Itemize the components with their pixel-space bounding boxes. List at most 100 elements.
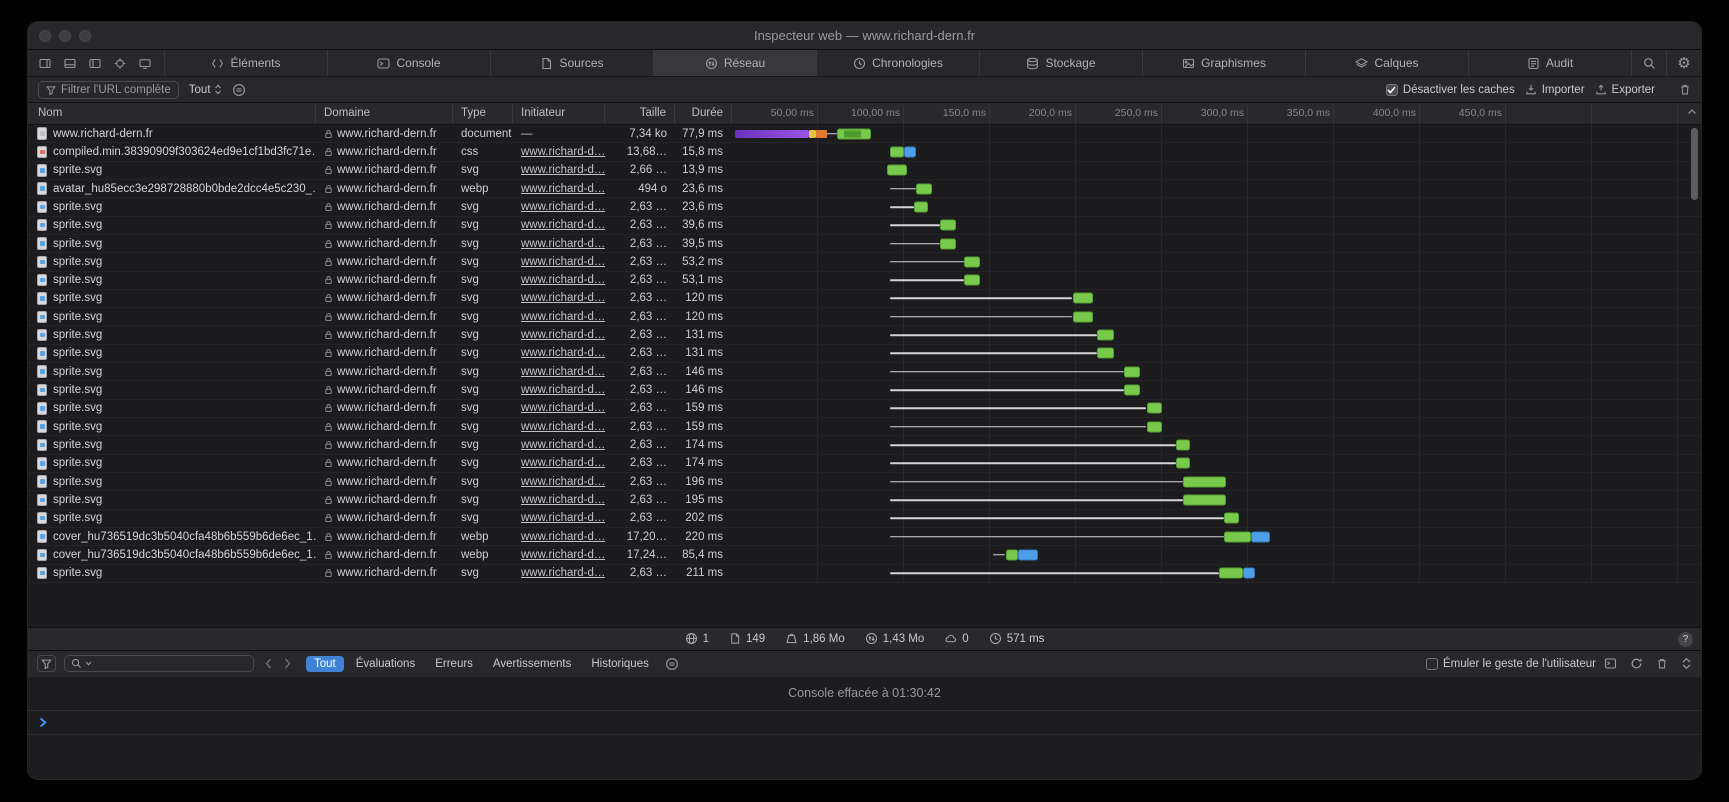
resource-initiator[interactable]: www.richard-d… xyxy=(521,201,605,213)
forward-icon[interactable] xyxy=(284,658,291,669)
close-button[interactable] xyxy=(39,30,51,42)
message-source-filter-icon[interactable] xyxy=(665,657,679,671)
table-row[interactable]: www.richard-dern.fr www.richard-dern.fr … xyxy=(28,125,1701,143)
table-row[interactable]: sprite.svg www.richard-dern.fr svg www.r… xyxy=(28,253,1701,271)
disable-caches-checkbox[interactable]: Désactiver les caches xyxy=(1386,84,1515,96)
table-row[interactable]: sprite.svg www.richard-dern.fr svg www.r… xyxy=(28,326,1701,344)
resource-initiator[interactable]: — xyxy=(521,128,533,140)
resource-initiator[interactable]: www.richard-d… xyxy=(521,347,605,359)
resource-initiator[interactable]: www.richard-d… xyxy=(521,549,605,561)
console-search-input[interactable] xyxy=(64,655,254,672)
table-row[interactable]: sprite.svg www.richard-dern.fr svg www.r… xyxy=(28,510,1701,528)
resource-initiator[interactable]: www.richard-d… xyxy=(521,531,605,543)
tab-audit[interactable]: Audit xyxy=(1468,50,1631,76)
table-row[interactable]: sprite.svg www.richard-dern.fr svg www.r… xyxy=(28,272,1701,290)
console-tab-warnings[interactable]: Avertissements xyxy=(485,656,579,672)
console-prompt[interactable] xyxy=(28,711,1701,735)
tab-storage[interactable]: Stockage xyxy=(979,50,1142,76)
back-icon[interactable] xyxy=(265,658,272,669)
table-row[interactable]: sprite.svg www.richard-dern.fr svg www.r… xyxy=(28,436,1701,454)
resource-initiator[interactable]: www.richard-d… xyxy=(521,146,605,158)
resource-initiator[interactable]: www.richard-d… xyxy=(521,219,605,231)
url-filter-input[interactable]: Filtrer l'URL complète xyxy=(38,81,179,99)
sidebar-toggle-icon[interactable] xyxy=(88,57,102,70)
resource-initiator[interactable]: www.richard-d… xyxy=(521,494,605,506)
refresh-icon[interactable] xyxy=(1630,657,1643,670)
resource-initiator[interactable]: www.richard-d… xyxy=(521,512,605,524)
expand-console-icon[interactable] xyxy=(1681,657,1692,670)
table-row[interactable]: sprite.svg www.richard-dern.fr svg www.r… xyxy=(28,455,1701,473)
column-header-domain[interactable]: Domaine xyxy=(316,103,453,124)
column-header-duration[interactable]: Durée xyxy=(675,103,732,124)
column-header-type[interactable]: Type xyxy=(453,103,513,124)
resource-initiator[interactable]: www.richard-d… xyxy=(521,366,605,378)
table-row[interactable]: sprite.svg www.richard-dern.fr svg www.r… xyxy=(28,198,1701,216)
table-row[interactable]: sprite.svg www.richard-dern.fr svg www.r… xyxy=(28,418,1701,436)
resource-initiator[interactable]: www.richard-d… xyxy=(521,311,605,323)
column-header-size[interactable]: Taille xyxy=(605,103,675,124)
table-row[interactable]: sprite.svg www.richard-dern.fr svg www.r… xyxy=(28,345,1701,363)
resource-initiator[interactable]: www.richard-d… xyxy=(521,384,605,396)
filter-circle-icon[interactable] xyxy=(232,83,246,97)
resource-initiator[interactable]: www.richard-d… xyxy=(521,256,605,268)
resource-initiator[interactable]: www.richard-d… xyxy=(521,476,605,488)
table-row[interactable]: sprite.svg www.richard-dern.fr svg www.r… xyxy=(28,491,1701,509)
resource-initiator[interactable]: www.richard-d… xyxy=(521,402,605,414)
type-filter-dropdown[interactable]: Tout xyxy=(189,84,222,96)
tab-graphics[interactable]: Graphismes xyxy=(1142,50,1305,76)
table-row[interactable]: compiled.min.38390909f303624ed9e1cf1bd3f… xyxy=(28,143,1701,161)
table-row[interactable]: sprite.svg www.richard-dern.fr svg www.r… xyxy=(28,473,1701,491)
console-filter-icon[interactable] xyxy=(37,655,56,672)
resource-initiator[interactable]: www.richard-d… xyxy=(521,421,605,433)
console-drawer-icon[interactable] xyxy=(1604,657,1617,670)
search-button[interactable] xyxy=(1631,50,1666,76)
table-row[interactable]: avatar_hu85ecc3e298728880b0bde2dcc4e5c23… xyxy=(28,180,1701,198)
console-tab-errors[interactable]: Erreurs xyxy=(427,656,481,672)
element-picker-icon[interactable] xyxy=(113,57,127,70)
dock-bottom-icon[interactable] xyxy=(63,57,77,70)
column-header-name[interactable]: Nom xyxy=(28,103,316,124)
tab-timelines[interactable]: Chronologies xyxy=(816,50,979,76)
resource-initiator[interactable]: www.richard-d… xyxy=(521,164,605,176)
table-row[interactable]: sprite.svg www.richard-dern.fr svg www.r… xyxy=(28,565,1701,583)
tab-console[interactable]: Console xyxy=(327,50,490,76)
emulate-user-gesture-checkbox[interactable]: Émuler le geste de l'utilisateur xyxy=(1426,658,1596,670)
dock-right-icon[interactable] xyxy=(38,57,52,70)
clear-console-trash-icon[interactable] xyxy=(1656,657,1668,670)
resource-initiator[interactable]: www.richard-d… xyxy=(521,238,605,250)
help-icon[interactable]: ? xyxy=(1678,632,1693,647)
tab-sources[interactable]: Sources xyxy=(490,50,653,76)
console-tab-evaluations[interactable]: Évaluations xyxy=(348,656,423,672)
export-button[interactable]: Exporter xyxy=(1595,83,1655,96)
minimize-button[interactable] xyxy=(59,30,71,42)
table-row[interactable]: cover_hu736519dc3b5040cfa48b6b559b6de6ec… xyxy=(28,546,1701,564)
console-tab-logs[interactable]: Historiques xyxy=(583,656,657,672)
table-row[interactable]: sprite.svg www.richard-dern.fr svg www.r… xyxy=(28,235,1701,253)
table-row[interactable]: sprite.svg www.richard-dern.fr svg www.r… xyxy=(28,308,1701,326)
table-row[interactable]: sprite.svg www.richard-dern.fr svg www.r… xyxy=(28,162,1701,180)
tab-layers[interactable]: Calques xyxy=(1305,50,1468,76)
import-button[interactable]: Importer xyxy=(1525,83,1585,96)
column-header-initiator[interactable]: Initiateur xyxy=(513,103,605,124)
table-row[interactable]: sprite.svg www.richard-dern.fr svg www.r… xyxy=(28,290,1701,308)
table-row[interactable]: sprite.svg www.richard-dern.fr svg www.r… xyxy=(28,400,1701,418)
tab-network[interactable]: Réseau xyxy=(653,50,816,76)
device-icon[interactable] xyxy=(138,57,152,70)
table-row[interactable]: cover_hu736519dc3b5040cfa48b6b559b6de6ec… xyxy=(28,528,1701,546)
resource-initiator[interactable]: www.richard-d… xyxy=(521,439,605,451)
table-row[interactable]: sprite.svg www.richard-dern.fr svg www.r… xyxy=(28,381,1701,399)
table-row[interactable]: sprite.svg www.richard-dern.fr svg www.r… xyxy=(28,363,1701,381)
scroll-up-icon[interactable] xyxy=(1687,108,1697,116)
resource-initiator[interactable]: www.richard-d… xyxy=(521,183,605,195)
clear-network-trash-icon[interactable] xyxy=(1679,83,1691,96)
resource-initiator[interactable]: www.richard-d… xyxy=(521,457,605,469)
resource-initiator[interactable]: www.richard-d… xyxy=(521,292,605,304)
table-row[interactable]: sprite.svg www.richard-dern.fr svg www.r… xyxy=(28,217,1701,235)
resource-initiator[interactable]: www.richard-d… xyxy=(521,329,605,341)
zoom-button[interactable] xyxy=(79,30,91,42)
resource-initiator[interactable]: www.richard-d… xyxy=(521,274,605,286)
settings-button[interactable]: ⚙ xyxy=(1666,50,1701,76)
tab-elements[interactable]: Éléments xyxy=(164,50,327,76)
resource-initiator[interactable]: www.richard-d… xyxy=(521,567,605,579)
console-tab-all[interactable]: Tout xyxy=(306,656,344,672)
